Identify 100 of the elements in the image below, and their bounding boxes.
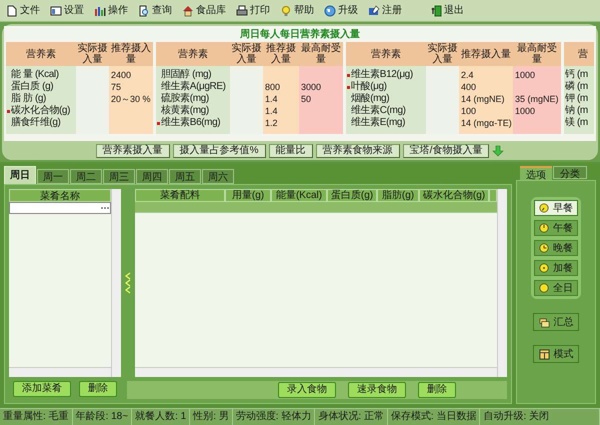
day-tab[interactable]: 周五 [169, 169, 201, 184]
nutrient-name: 叶酸(μg) [351, 81, 387, 93]
printer-icon [236, 4, 248, 16]
table-cell: 3000 [301, 81, 322, 93]
column-header: 实际摄入量 [426, 42, 459, 66]
nutrient-name: 维生素A(μgRE) [161, 81, 226, 92]
column-header: 营 [564, 42, 594, 66]
menu-item[interactable]: 注册 [368, 2, 402, 20]
nutrient-name: 镁 (m [565, 117, 588, 129]
status-field: 重量属性: 毛重 [0, 409, 73, 425]
nutrient-name: 钾 (m [565, 93, 588, 105]
nutrient-name: 膳食纤维(g) [11, 117, 60, 129]
window-icon [50, 4, 62, 16]
vertical-scrollbar[interactable] [497, 189, 507, 377]
collapse-icon[interactable] [125, 272, 131, 294]
column-header[interactable]: 能量(Kcal) [271, 189, 327, 202]
action-button[interactable]: 删除 [418, 382, 456, 398]
menu-item[interactable]: 文件 [6, 2, 40, 20]
card-icon [368, 4, 380, 16]
side-tab[interactable]: 分类 [553, 166, 587, 179]
menu-item[interactable]: 操作 [94, 2, 128, 20]
table-cell: 800 [265, 81, 280, 93]
day-tab[interactable]: 周二 [70, 169, 102, 184]
day-tab[interactable]: 周六 [202, 169, 234, 184]
column-header: 推荐摄入量 [109, 42, 153, 66]
column-header[interactable]: 用量(g) [225, 189, 271, 202]
horizontal-scrollbar[interactable] [9, 367, 111, 377]
column-header: 实际摄入量 [76, 42, 109, 66]
table-row[interactable] [135, 202, 497, 213]
tab-button[interactable]: 能量比 [268, 144, 313, 158]
day-tab[interactable]: 周日 [4, 166, 36, 184]
column-header: 营养素 [156, 42, 230, 66]
meal-button[interactable]: 加餐 [534, 260, 578, 276]
side-tab[interactable]: 选项 [520, 166, 552, 180]
table-cell: 1.2 [265, 117, 278, 129]
meal-button[interactable]: 全日 [534, 280, 578, 296]
action-button[interactable]: 删除 [79, 381, 117, 397]
meal-button[interactable]: 晚餐 [534, 240, 578, 256]
exit-door-icon [430, 4, 442, 16]
column-header[interactable]: 菜肴名称 [9, 189, 111, 202]
meal-button[interactable]: 午餐 [534, 220, 578, 236]
vertical-scrollbar[interactable] [111, 189, 121, 377]
menu-item[interactable]: 设置 [50, 2, 84, 20]
tab-button[interactable]: 营养素食物来源 [316, 144, 400, 158]
column-header: 营养素 [346, 42, 426, 66]
tab-button[interactable]: 摄入量占参考值% [172, 144, 266, 158]
status-field: 身体状况: 正常 [315, 409, 388, 425]
status-field: 自动升级: 关闭 [480, 409, 600, 425]
action-button[interactable]: 添加菜肴 [13, 381, 71, 397]
table-cell: 35 (mgNE) [515, 93, 559, 105]
column-header[interactable] [489, 189, 497, 202]
menu-item[interactable]: 升级 [324, 2, 358, 20]
tab-button[interactable]: 宝塔/食物摄入量 [402, 144, 490, 158]
tab-button[interactable]: 营养素摄入量 [96, 144, 170, 158]
menu-item[interactable]: 查询 [138, 2, 172, 20]
nutrient-name: 维生素E(mg) [351, 117, 406, 129]
status-field: 保存模式: 当日数据 [388, 409, 480, 425]
clock-icon [539, 283, 549, 293]
stacked-cards-icon [538, 316, 550, 328]
column-header[interactable]: 菜肴配料 [135, 189, 225, 202]
column-header[interactable]: 蛋白质(g) [327, 189, 377, 202]
table-cell: 1.4 [265, 93, 278, 105]
nutrient-name: 维生素C(mg) [351, 105, 406, 116]
menu-item[interactable]: 食品库 [182, 2, 226, 20]
column-header[interactable]: 碳水化合物(g) [419, 189, 489, 202]
meal-button[interactable]: 早餐 [534, 200, 578, 216]
table-cell: 100 [461, 105, 476, 117]
bar-chart-icon [94, 4, 106, 16]
table-cell: 14 (mgα-TE) [461, 117, 512, 129]
action-button[interactable]: 录入食物 [278, 382, 336, 398]
horizontal-scrollbar[interactable] [135, 367, 497, 377]
day-tab[interactable]: 周一 [37, 169, 69, 184]
nutrient-name: 烟酸(mg) [351, 93, 390, 104]
layout-icon [538, 348, 550, 360]
status-field: 性别: 男 [190, 409, 233, 425]
table-cell: 1000 [515, 69, 536, 81]
column-header[interactable]: 脂肪(g) [377, 189, 419, 202]
nutrient-name: 磷 (m [565, 81, 588, 93]
side-button[interactable]: 模式 [533, 345, 579, 363]
menu-item[interactable]: 帮助 [280, 2, 314, 20]
nutrient-name: 碳水化合物(g) [11, 105, 70, 116]
column-header: 实际摄入量 [230, 42, 263, 66]
column-header: 最高耐受量 [299, 42, 343, 66]
lightbulb-icon [280, 4, 292, 16]
table-cell: 50 [301, 93, 312, 105]
day-tab[interactable]: 周四 [136, 169, 168, 184]
table-cell: 2.4 [461, 69, 474, 81]
clock-icon [539, 243, 549, 253]
table-cell: 1000 [515, 105, 536, 117]
side-button[interactable]: 汇总 [533, 313, 579, 331]
day-tab[interactable]: 周三 [103, 169, 135, 184]
action-button[interactable]: 速录食物 [348, 382, 406, 398]
nutrient-name: 维生素B6(mg) [161, 117, 220, 129]
menu-item[interactable]: 退出 [430, 2, 464, 20]
menu-item[interactable]: 打印 [236, 2, 270, 20]
document-icon [6, 4, 18, 16]
nutrient-name: 胆固醇 (mg) [161, 69, 212, 80]
nutrient-name: 蛋白质 (g) [11, 81, 54, 92]
panel-title: 周日每人每日营养素摄入量 [239, 28, 361, 42]
clock-icon [539, 263, 549, 273]
